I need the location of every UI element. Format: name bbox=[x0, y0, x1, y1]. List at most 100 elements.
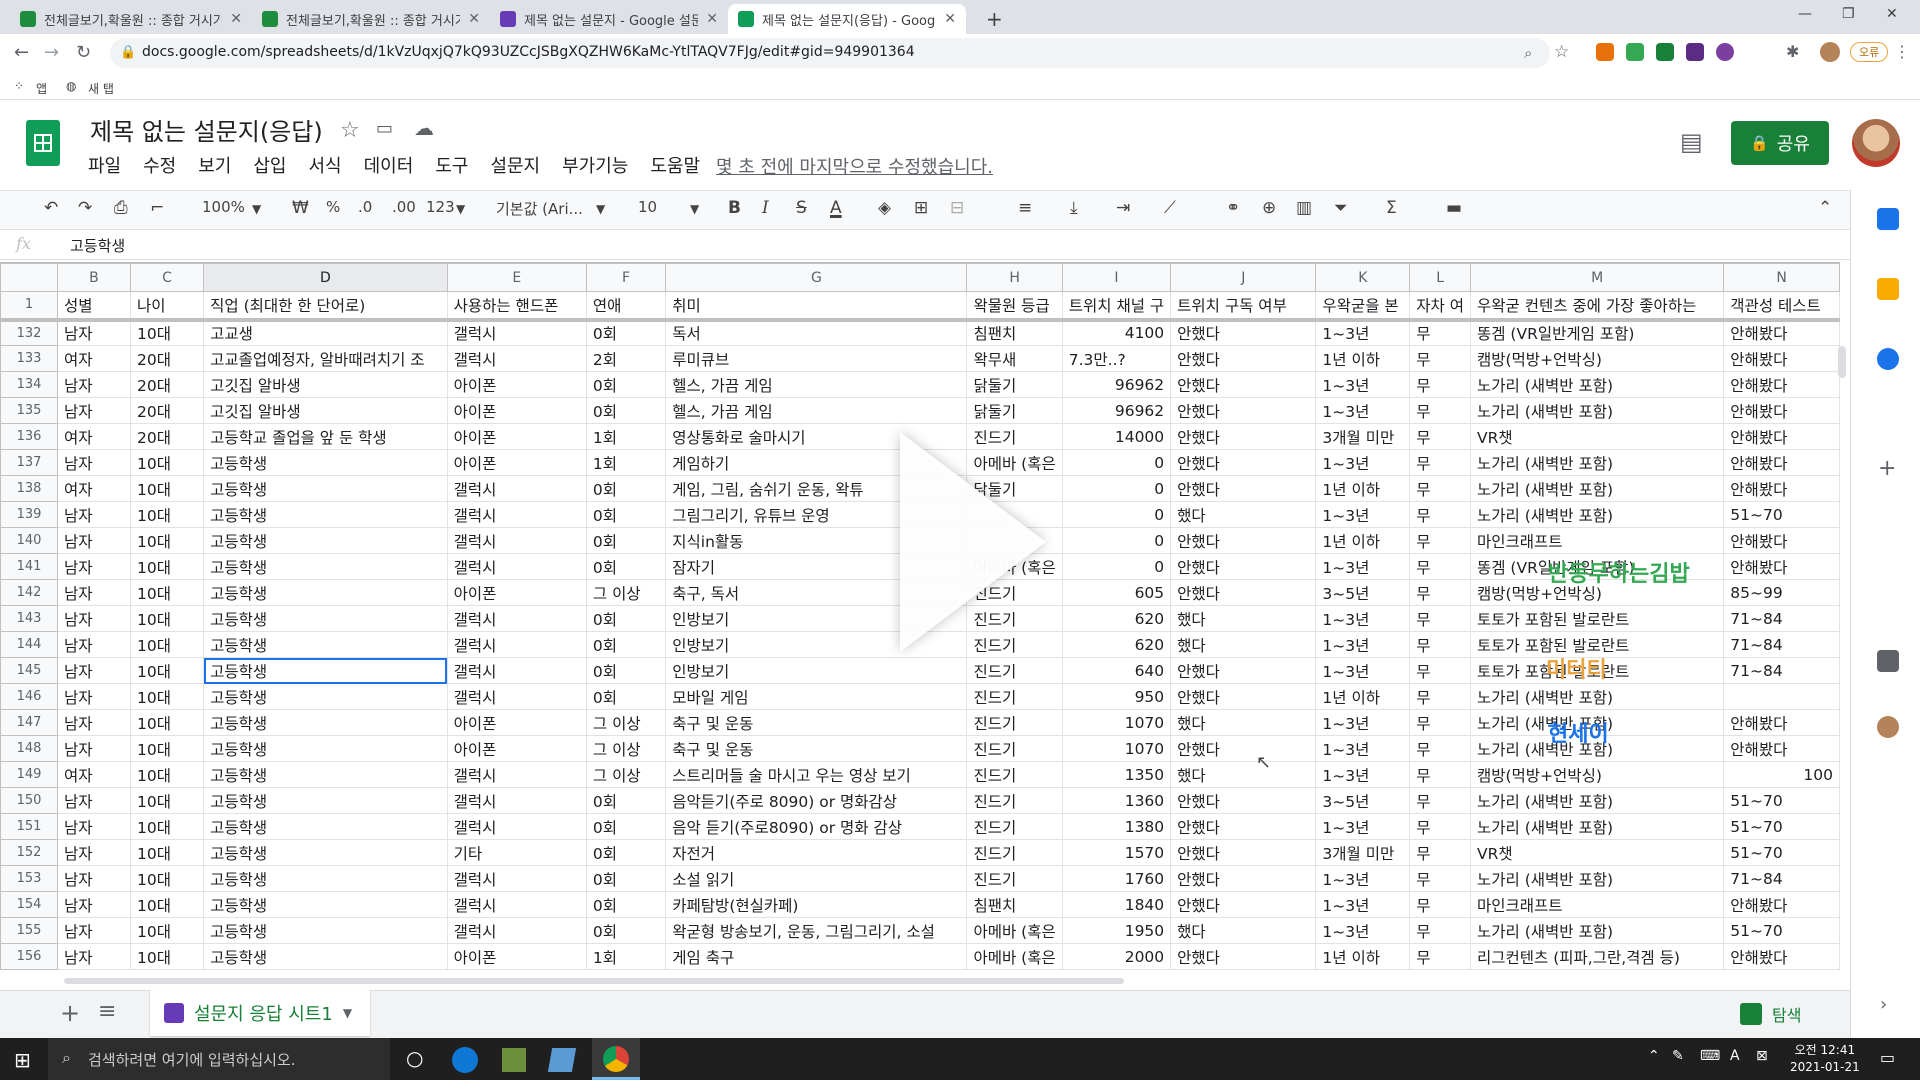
keyboard-icon[interactable]: ⌨ bbox=[1700, 1048, 1720, 1064]
cell[interactable]: 고등학생 bbox=[203, 735, 448, 762]
cell[interactable]: 10대 bbox=[129, 865, 205, 892]
cell[interactable]: 10대 bbox=[129, 475, 205, 502]
formula-input[interactable]: 고등학생 bbox=[70, 235, 125, 256]
cell[interactable]: 진드기 bbox=[966, 865, 1063, 892]
cell[interactable]: 남자 bbox=[56, 787, 131, 814]
extension-icon[interactable] bbox=[1716, 43, 1734, 61]
cell[interactable]: 0 bbox=[1061, 449, 1172, 476]
cell[interactable]: 노가리 (새벽반 포함) bbox=[1469, 449, 1725, 476]
cell[interactable]: 10대 bbox=[129, 813, 205, 840]
row-number[interactable]: 148 bbox=[0, 735, 58, 762]
last-edit-link[interactable]: 몇 초 전에 마지막으로 수정했습니다. bbox=[716, 153, 993, 179]
cell[interactable]: 3~5년 bbox=[1315, 579, 1411, 606]
undo-icon[interactable]: ↶ bbox=[44, 198, 58, 218]
cell[interactable]: 1360 bbox=[1061, 787, 1172, 814]
cell[interactable]: 했다 bbox=[1170, 709, 1317, 736]
add-on-plus-icon[interactable]: + bbox=[1878, 456, 1896, 481]
cell[interactable]: 남자 bbox=[56, 709, 131, 736]
functions-icon[interactable]: Σ bbox=[1386, 198, 1397, 218]
row-number[interactable]: 138 bbox=[0, 475, 58, 502]
bookmark-new-tab[interactable]: 새 탭 bbox=[88, 80, 114, 97]
cell[interactable]: 7.3만..? bbox=[1061, 345, 1172, 372]
filter-icon[interactable]: ⏷ bbox=[1334, 198, 1348, 218]
menu-addons[interactable]: 부가기능 bbox=[562, 152, 628, 178]
cell[interactable]: 0회 bbox=[585, 865, 667, 892]
cell[interactable]: 안했다 bbox=[1170, 813, 1317, 840]
cell[interactable]: 캠방(먹방+언박싱) bbox=[1469, 345, 1725, 372]
browser-tab-2[interactable]: 전체글보기,확울원 :: 종합 거시기 ✕ bbox=[252, 4, 490, 34]
row-number[interactable]: 133 bbox=[0, 345, 58, 372]
cell[interactable]: 0 bbox=[1061, 475, 1172, 502]
user-avatar[interactable] bbox=[1852, 119, 1900, 167]
cell[interactable]: 안했다 bbox=[1170, 397, 1317, 424]
insert-link-icon[interactable]: ⚭ bbox=[1226, 198, 1240, 218]
cell[interactable]: 했다 bbox=[1170, 605, 1317, 632]
cell[interactable]: 갤럭시 bbox=[446, 553, 587, 580]
cell[interactable]: 갤럭시 bbox=[446, 345, 587, 372]
cell[interactable]: 1~3년 bbox=[1315, 917, 1411, 944]
browser-tab-4-active[interactable]: 제목 없는 설문지(응답) - Google 시트 ✕ bbox=[728, 4, 966, 34]
column-header-n[interactable]: N bbox=[1723, 263, 1840, 292]
cell[interactable]: 4100 bbox=[1061, 319, 1172, 346]
cell[interactable]: 무 bbox=[1409, 501, 1471, 528]
cell[interactable]: 0회 bbox=[585, 553, 667, 580]
cell[interactable]: 0 bbox=[1061, 501, 1172, 528]
pen-icon[interactable]: ✎ bbox=[1672, 1048, 1684, 1064]
cell[interactable]: 여자 bbox=[56, 345, 131, 372]
cell[interactable]: 0회 bbox=[585, 917, 667, 944]
cell[interactable]: 640 bbox=[1061, 657, 1172, 684]
currency-format-button[interactable]: ₩ bbox=[292, 198, 309, 218]
column-header-i[interactable]: I bbox=[1061, 263, 1172, 292]
cell[interactable]: 남자 bbox=[56, 527, 131, 554]
cell[interactable]: 고등학생 bbox=[203, 579, 448, 606]
cell[interactable]: 노가리 (새벽반 포함) bbox=[1469, 683, 1725, 710]
notification-icon[interactable]: ▭ bbox=[1880, 1048, 1895, 1067]
cell[interactable]: 안해봤다 bbox=[1723, 527, 1840, 554]
ime-icon[interactable]: ⊠ bbox=[1756, 1048, 1768, 1064]
cell[interactable]: 무 bbox=[1409, 527, 1471, 554]
profile-avatar[interactable] bbox=[1820, 42, 1840, 62]
cell[interactable]: 2000 bbox=[1061, 943, 1172, 970]
cell[interactable]: 무 bbox=[1409, 735, 1471, 762]
minecraft-icon[interactable] bbox=[502, 1048, 526, 1072]
cell[interactable]: 96962 bbox=[1061, 397, 1172, 424]
cell[interactable]: 갤럭시 bbox=[446, 475, 587, 502]
cell[interactable]: 무 bbox=[1409, 605, 1471, 632]
cell[interactable]: 10대 bbox=[129, 891, 205, 918]
header-cell[interactable]: 트위치 구독 여부 bbox=[1170, 291, 1317, 322]
cell[interactable]: 노가리 (새벽반 포함) bbox=[1469, 475, 1725, 502]
star-icon[interactable]: ☆ bbox=[340, 118, 360, 143]
cell[interactable]: 0회 bbox=[585, 787, 667, 814]
all-sheets-button[interactable]: ≡ bbox=[98, 999, 116, 1024]
play-button-icon[interactable] bbox=[900, 432, 1046, 652]
cell[interactable]: 아이폰 bbox=[446, 397, 587, 424]
cell[interactable]: 0회 bbox=[585, 527, 667, 554]
cell[interactable]: 안했다 bbox=[1170, 735, 1317, 762]
cell[interactable]: 축구 및 운동 bbox=[665, 735, 968, 762]
cell[interactable]: 노가리 (새벽반 포함) bbox=[1469, 397, 1725, 424]
row-number[interactable]: 132 bbox=[0, 319, 58, 346]
cell[interactable]: 14000 bbox=[1061, 423, 1172, 450]
cell[interactable]: 기타 bbox=[446, 839, 587, 866]
input-tools-icon[interactable]: ▬ bbox=[1446, 198, 1462, 218]
cell[interactable]: 10대 bbox=[129, 787, 205, 814]
share-button[interactable]: 🔒 공유 bbox=[1731, 121, 1829, 165]
column-header-f[interactable]: F bbox=[585, 263, 667, 292]
star-icon[interactable]: ☆ bbox=[1554, 42, 1569, 62]
cell[interactable]: 1~3년 bbox=[1315, 657, 1411, 684]
row-number[interactable]: 154 bbox=[0, 891, 58, 918]
cell[interactable]: 0회 bbox=[585, 371, 667, 398]
cell[interactable]: 그 이상 bbox=[585, 579, 667, 606]
row-number[interactable]: 142 bbox=[0, 579, 58, 606]
cell[interactable]: 1350 bbox=[1061, 761, 1172, 788]
cell[interactable]: 1~3년 bbox=[1315, 709, 1411, 736]
cell[interactable]: 갤럭시 bbox=[446, 631, 587, 658]
cell[interactable]: 헬스, 가끔 게임 bbox=[665, 371, 968, 398]
cell[interactable]: 고등학교 졸업을 앞 둔 학생 bbox=[203, 423, 448, 450]
minimize-icon[interactable]: — bbox=[1798, 6, 1812, 22]
row-number[interactable]: 152 bbox=[0, 839, 58, 866]
new-tab-button[interactable]: + bbox=[976, 4, 1006, 34]
cell[interactable]: 1~3년 bbox=[1315, 449, 1411, 476]
cell[interactable]: 20대 bbox=[129, 423, 205, 450]
print-icon[interactable]: ⎙ bbox=[114, 198, 128, 218]
